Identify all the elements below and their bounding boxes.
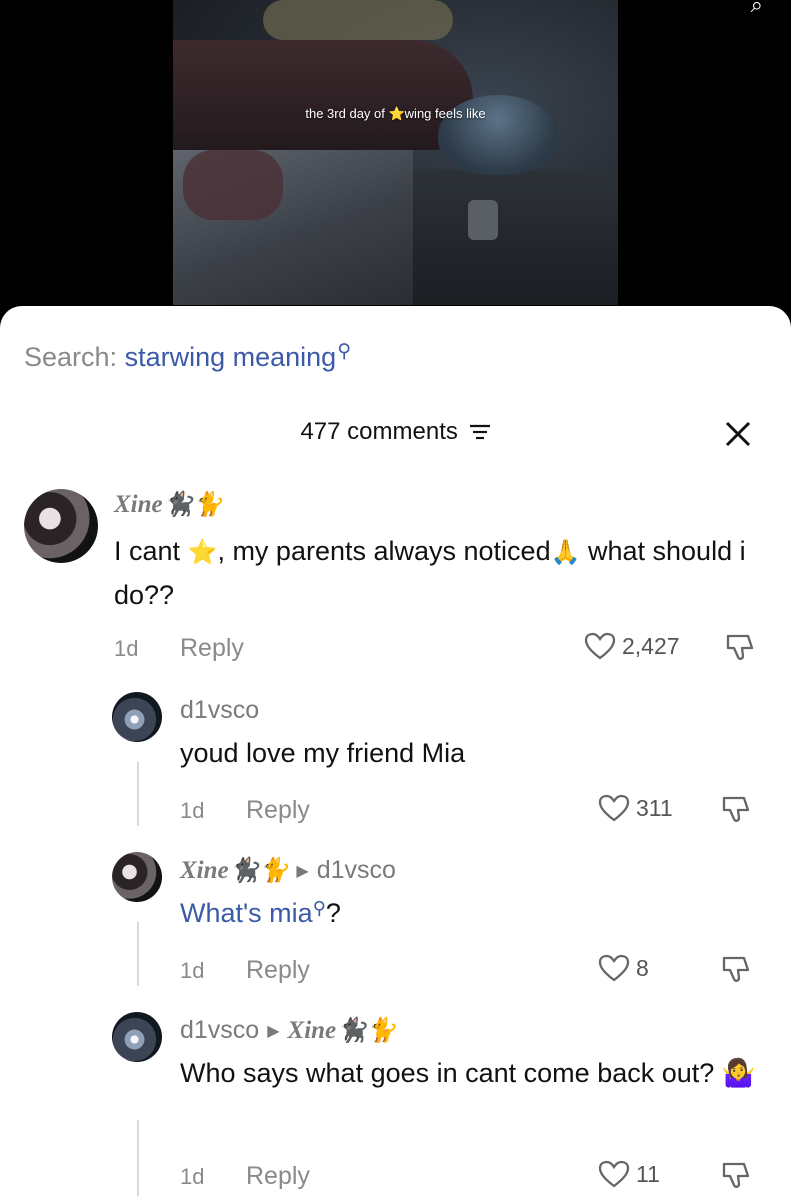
star-emoji-icon: ⭐ xyxy=(187,539,218,566)
heart-icon xyxy=(598,1160,630,1188)
search-term[interactable]: starwing meaning xyxy=(125,342,337,372)
comment-age: 1d xyxy=(180,798,205,823)
video-player[interactable]: ⌕ the 3rd day of ⭐wing feels like xyxy=(0,0,791,330)
avatar[interactable] xyxy=(112,1012,162,1062)
dislike-icon[interactable] xyxy=(720,794,752,824)
like-button[interactable]: 2,427 xyxy=(584,632,680,660)
avatar[interactable] xyxy=(112,692,162,742)
video-frame: the 3rd day of ⭐wing feels like xyxy=(173,0,618,305)
reply-button[interactable]: Reply xyxy=(246,956,310,985)
dislike-icon[interactable] xyxy=(720,1160,752,1190)
comment-age: 1d xyxy=(180,1164,205,1189)
search-link[interactable]: What's mia xyxy=(180,898,313,928)
comment-text: Who says what goes in cant come back out… xyxy=(180,1058,756,1088)
comment-author-line: d1vsco ▶ Xine🐈‍⬛🐈 xyxy=(180,1016,396,1045)
search-icon[interactable]: ⌕ xyxy=(751,0,763,18)
reply-to-user[interactable]: Xine🐈‍⬛🐈 xyxy=(288,1017,396,1044)
reply-to-user[interactable]: d1vsco xyxy=(317,856,396,884)
search-label: Search: xyxy=(24,342,118,372)
comment-text: What's mia⚲? xyxy=(180,898,341,928)
thread-line xyxy=(137,1120,139,1196)
reply-arrow-icon: ▶ xyxy=(296,863,309,880)
comment-author[interactable]: d1vsco xyxy=(180,696,259,725)
thread-line xyxy=(137,762,139,826)
comments-header: 477 comments xyxy=(0,418,791,446)
comments-sheet: Search: starwing meaning⚲ 477 comments X… xyxy=(0,306,791,1199)
like-button[interactable]: 8 xyxy=(598,954,649,982)
heart-icon xyxy=(598,794,630,822)
dislike-icon[interactable] xyxy=(724,632,756,662)
like-count: 2,427 xyxy=(622,632,680,659)
reply-button[interactable]: Reply xyxy=(246,796,310,825)
avatar[interactable] xyxy=(24,489,98,563)
comment-author[interactable]: d1vsco xyxy=(180,1016,259,1044)
video-caption: the 3rd day of ⭐wing feels like xyxy=(305,106,486,121)
comment-author-line: Xine🐈‍⬛🐈 ▶ d1vsco xyxy=(180,856,396,885)
comment-age: 1d xyxy=(114,636,139,661)
comment-author[interactable]: Xine🐈‍⬛🐈 xyxy=(114,490,222,519)
search-suggestion[interactable]: Search: starwing meaning⚲ xyxy=(24,341,352,373)
comment-author[interactable]: Xine🐈‍⬛🐈 xyxy=(180,857,288,884)
cat-emoji-icon: 🐈‍⬛🐈 xyxy=(162,492,223,518)
comment-text: youd love my friend Mia xyxy=(180,738,466,768)
comment-count: 477 comments xyxy=(300,418,458,445)
heart-icon xyxy=(584,632,616,660)
cat-emoji-icon: 🐈‍⬛🐈 xyxy=(336,1018,396,1044)
reply-arrow-icon: ▶ xyxy=(267,1023,280,1040)
heart-icon xyxy=(598,954,630,982)
filter-icon[interactable] xyxy=(469,423,491,441)
search-icon: ⚲ xyxy=(337,341,352,362)
like-count: 311 xyxy=(636,794,673,821)
reply-button[interactable]: Reply xyxy=(246,1162,310,1191)
dislike-icon[interactable] xyxy=(720,954,752,984)
like-count: 11 xyxy=(636,1160,660,1187)
thread-line xyxy=(137,922,139,986)
search-icon: ⚲ xyxy=(312,898,326,918)
pray-emoji-icon: 🙏 xyxy=(550,539,581,566)
like-button[interactable]: 11 xyxy=(598,1160,660,1188)
comment-age: 1d xyxy=(180,958,205,983)
cat-emoji-icon: 🐈‍⬛🐈 xyxy=(228,858,289,884)
comment-text: I cant ⭐, my parents always noticed🙏 wha… xyxy=(114,530,774,616)
avatar[interactable] xyxy=(112,852,162,902)
like-button[interactable]: 311 xyxy=(598,794,673,822)
like-count: 8 xyxy=(636,954,649,981)
reply-button[interactable]: Reply xyxy=(180,634,244,663)
close-icon[interactable] xyxy=(722,418,754,450)
